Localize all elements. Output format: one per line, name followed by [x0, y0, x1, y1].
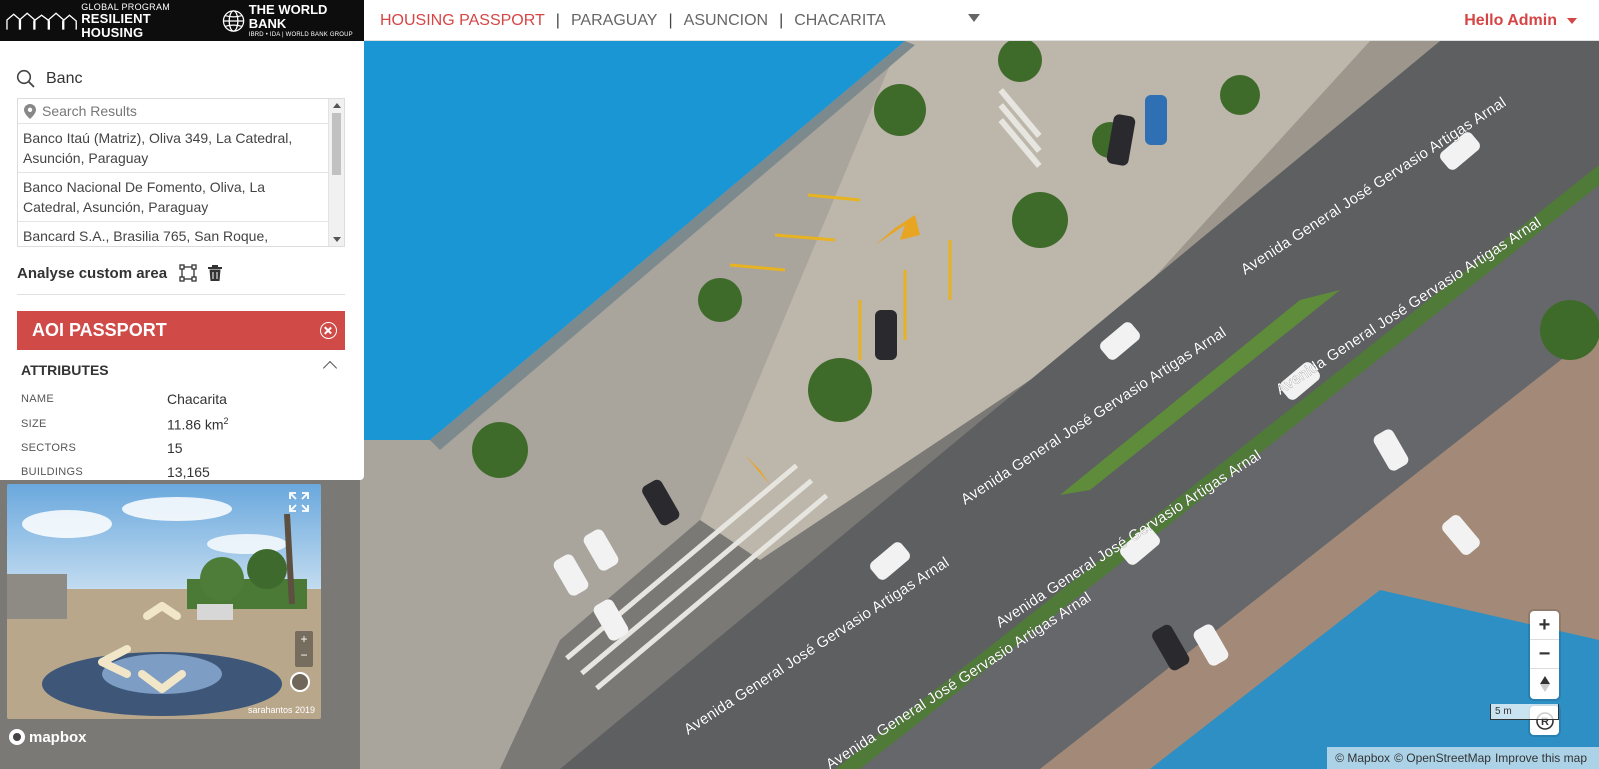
- map-scale: 5 m: [1490, 704, 1559, 720]
- app-root: Avenida General José Gervasio Artigas Ar…: [0, 0, 1599, 769]
- attributes-title: ATTRIBUTES: [21, 362, 109, 378]
- attribute-key: SIZE: [21, 418, 47, 430]
- search-input[interactable]: [46, 70, 326, 88]
- map-zoom-control: + −: [1530, 611, 1559, 699]
- breadcrumb-separator: |: [668, 11, 673, 29]
- map-attribution: © Mapbox © OpenStreetMap Improve this ma…: [1327, 747, 1599, 769]
- mapbox-wordmark: mapbox: [29, 728, 87, 746]
- map-pin-icon: [24, 103, 36, 119]
- close-icon[interactable]: [320, 322, 337, 339]
- scroll-up-icon[interactable]: [333, 103, 341, 108]
- attribute-row: NAME Chacarita: [21, 389, 343, 409]
- compass-icon: [1539, 675, 1550, 692]
- attribute-key: SECTORS: [21, 442, 77, 454]
- zoom-out-button[interactable]: −: [1530, 640, 1559, 669]
- breadcrumb: HOUSING PASSPORT | PARAGUAY | ASUNCION |…: [380, 0, 886, 41]
- aoi-passport-header: AOI PASSPORT: [17, 311, 345, 350]
- side-panel: Search Results Banco Itaú (Matriz), Oliv…: [0, 41, 364, 480]
- street-view-panel[interactable]: + − sarahantos 2019: [7, 484, 321, 719]
- search-icon: [16, 69, 35, 88]
- results-scrollbar[interactable]: [328, 99, 344, 246]
- attribute-value-sup: 2: [223, 415, 229, 426]
- houses-icon: [6, 11, 77, 30]
- scrollbar-thumb[interactable]: [332, 113, 341, 175]
- breadcrumb-country[interactable]: PARAGUAY: [571, 12, 658, 30]
- street-view-credit: sarahantos 2019: [247, 705, 315, 715]
- breadcrumb-separator: |: [779, 11, 784, 29]
- search-results-list: Search Results Banco Itaú (Matriz), Oliv…: [17, 98, 345, 247]
- chevron-down-icon: [1567, 17, 1577, 24]
- custom-area-row: Analyse custom area: [17, 262, 223, 284]
- world-bank-logo[interactable]: THE WORLD BANK IBRD • IDA | WORLD BANK G…: [222, 1, 364, 39]
- street-view-image: [7, 484, 321, 719]
- improve-map-link[interactable]: Improve this map: [1495, 751, 1587, 765]
- logo-wb-sub: IBRD • IDA | WORLD BANK GROUP: [248, 31, 353, 38]
- street-view-compass-icon[interactable]: [290, 672, 310, 692]
- trash-icon[interactable]: [207, 264, 223, 282]
- expand-icon[interactable]: [289, 492, 309, 512]
- custom-area-label: Analyse custom area: [17, 264, 168, 282]
- attributes-section-toggle[interactable]: ATTRIBUTES: [21, 360, 343, 380]
- logo-area: GLOBAL PROGRAM RESILIENT HOUSING THE WOR…: [0, 0, 364, 41]
- attribute-value: 13,165: [167, 464, 210, 480]
- breadcrumb-housing-passport[interactable]: HOUSING PASSPORT: [380, 12, 545, 30]
- aoi-passport-title: AOI PASSPORT: [32, 320, 167, 340]
- attribution-osm-link[interactable]: © OpenStreetMap: [1394, 751, 1491, 765]
- attribute-key: NAME: [21, 393, 54, 405]
- breadcrumb-separator: |: [555, 11, 560, 29]
- logo-program-big: RESILIENT HOUSING: [81, 10, 151, 40]
- draw-polygon-icon[interactable]: [179, 264, 197, 282]
- search-results-placeholder: Search Results: [42, 103, 137, 119]
- search-result-item[interactable]: Bancard S.A., Brasilia 765, San Roque,: [18, 222, 329, 246]
- area-dropdown-icon[interactable]: [968, 14, 980, 22]
- attribute-row: SECTORS 15: [21, 438, 343, 458]
- zoom-in-button[interactable]: +: [1530, 611, 1559, 640]
- user-menu[interactable]: Hello Admin: [1464, 0, 1577, 41]
- logo-program-small: GLOBAL PROGRAM: [81, 1, 171, 12]
- street-view-zoom[interactable]: + −: [295, 631, 313, 667]
- user-greeting: Hello Admin: [1464, 11, 1557, 29]
- attribute-value-text: 11.86 km: [167, 416, 224, 433]
- top-bar: GLOBAL PROGRAM RESILIENT HOUSING THE WOR…: [0, 0, 1599, 41]
- attribute-value: Chacarita: [167, 391, 227, 407]
- search-results-header: Search Results: [18, 99, 344, 124]
- chevron-up-icon: [322, 360, 338, 376]
- attribute-row: BUILDINGS 13,165: [21, 462, 343, 480]
- scroll-down-icon[interactable]: [333, 237, 341, 242]
- mapbox-icon: [9, 729, 25, 745]
- globe-icon: [222, 9, 244, 32]
- breadcrumb-area[interactable]: CHACARITA: [794, 12, 885, 30]
- search-bar: [16, 65, 346, 93]
- logo-wb-title: THE WORLD BANK: [248, 1, 328, 31]
- search-result-item[interactable]: Banco Itaú (Matriz), Oliva 349, La Cated…: [18, 124, 329, 173]
- divider: [17, 294, 345, 295]
- attribution-mapbox-link[interactable]: © Mapbox: [1335, 751, 1390, 765]
- search-result-item[interactable]: Banco Nacional De Fomento, Oliva, La Cat…: [18, 173, 329, 222]
- compass-button[interactable]: [1530, 669, 1559, 698]
- attribute-row: SIZE 11.86 km2: [21, 414, 343, 434]
- attribute-value: 15: [167, 440, 183, 456]
- attribute-value: 11.86 km2: [167, 416, 229, 433]
- breadcrumb-city[interactable]: ASUNCION: [684, 12, 768, 30]
- attribute-key: BUILDINGS: [21, 466, 83, 478]
- gprh-logo[interactable]: GLOBAL PROGRAM RESILIENT HOUSING: [6, 2, 212, 40]
- mapbox-logo[interactable]: mapbox: [8, 728, 87, 746]
